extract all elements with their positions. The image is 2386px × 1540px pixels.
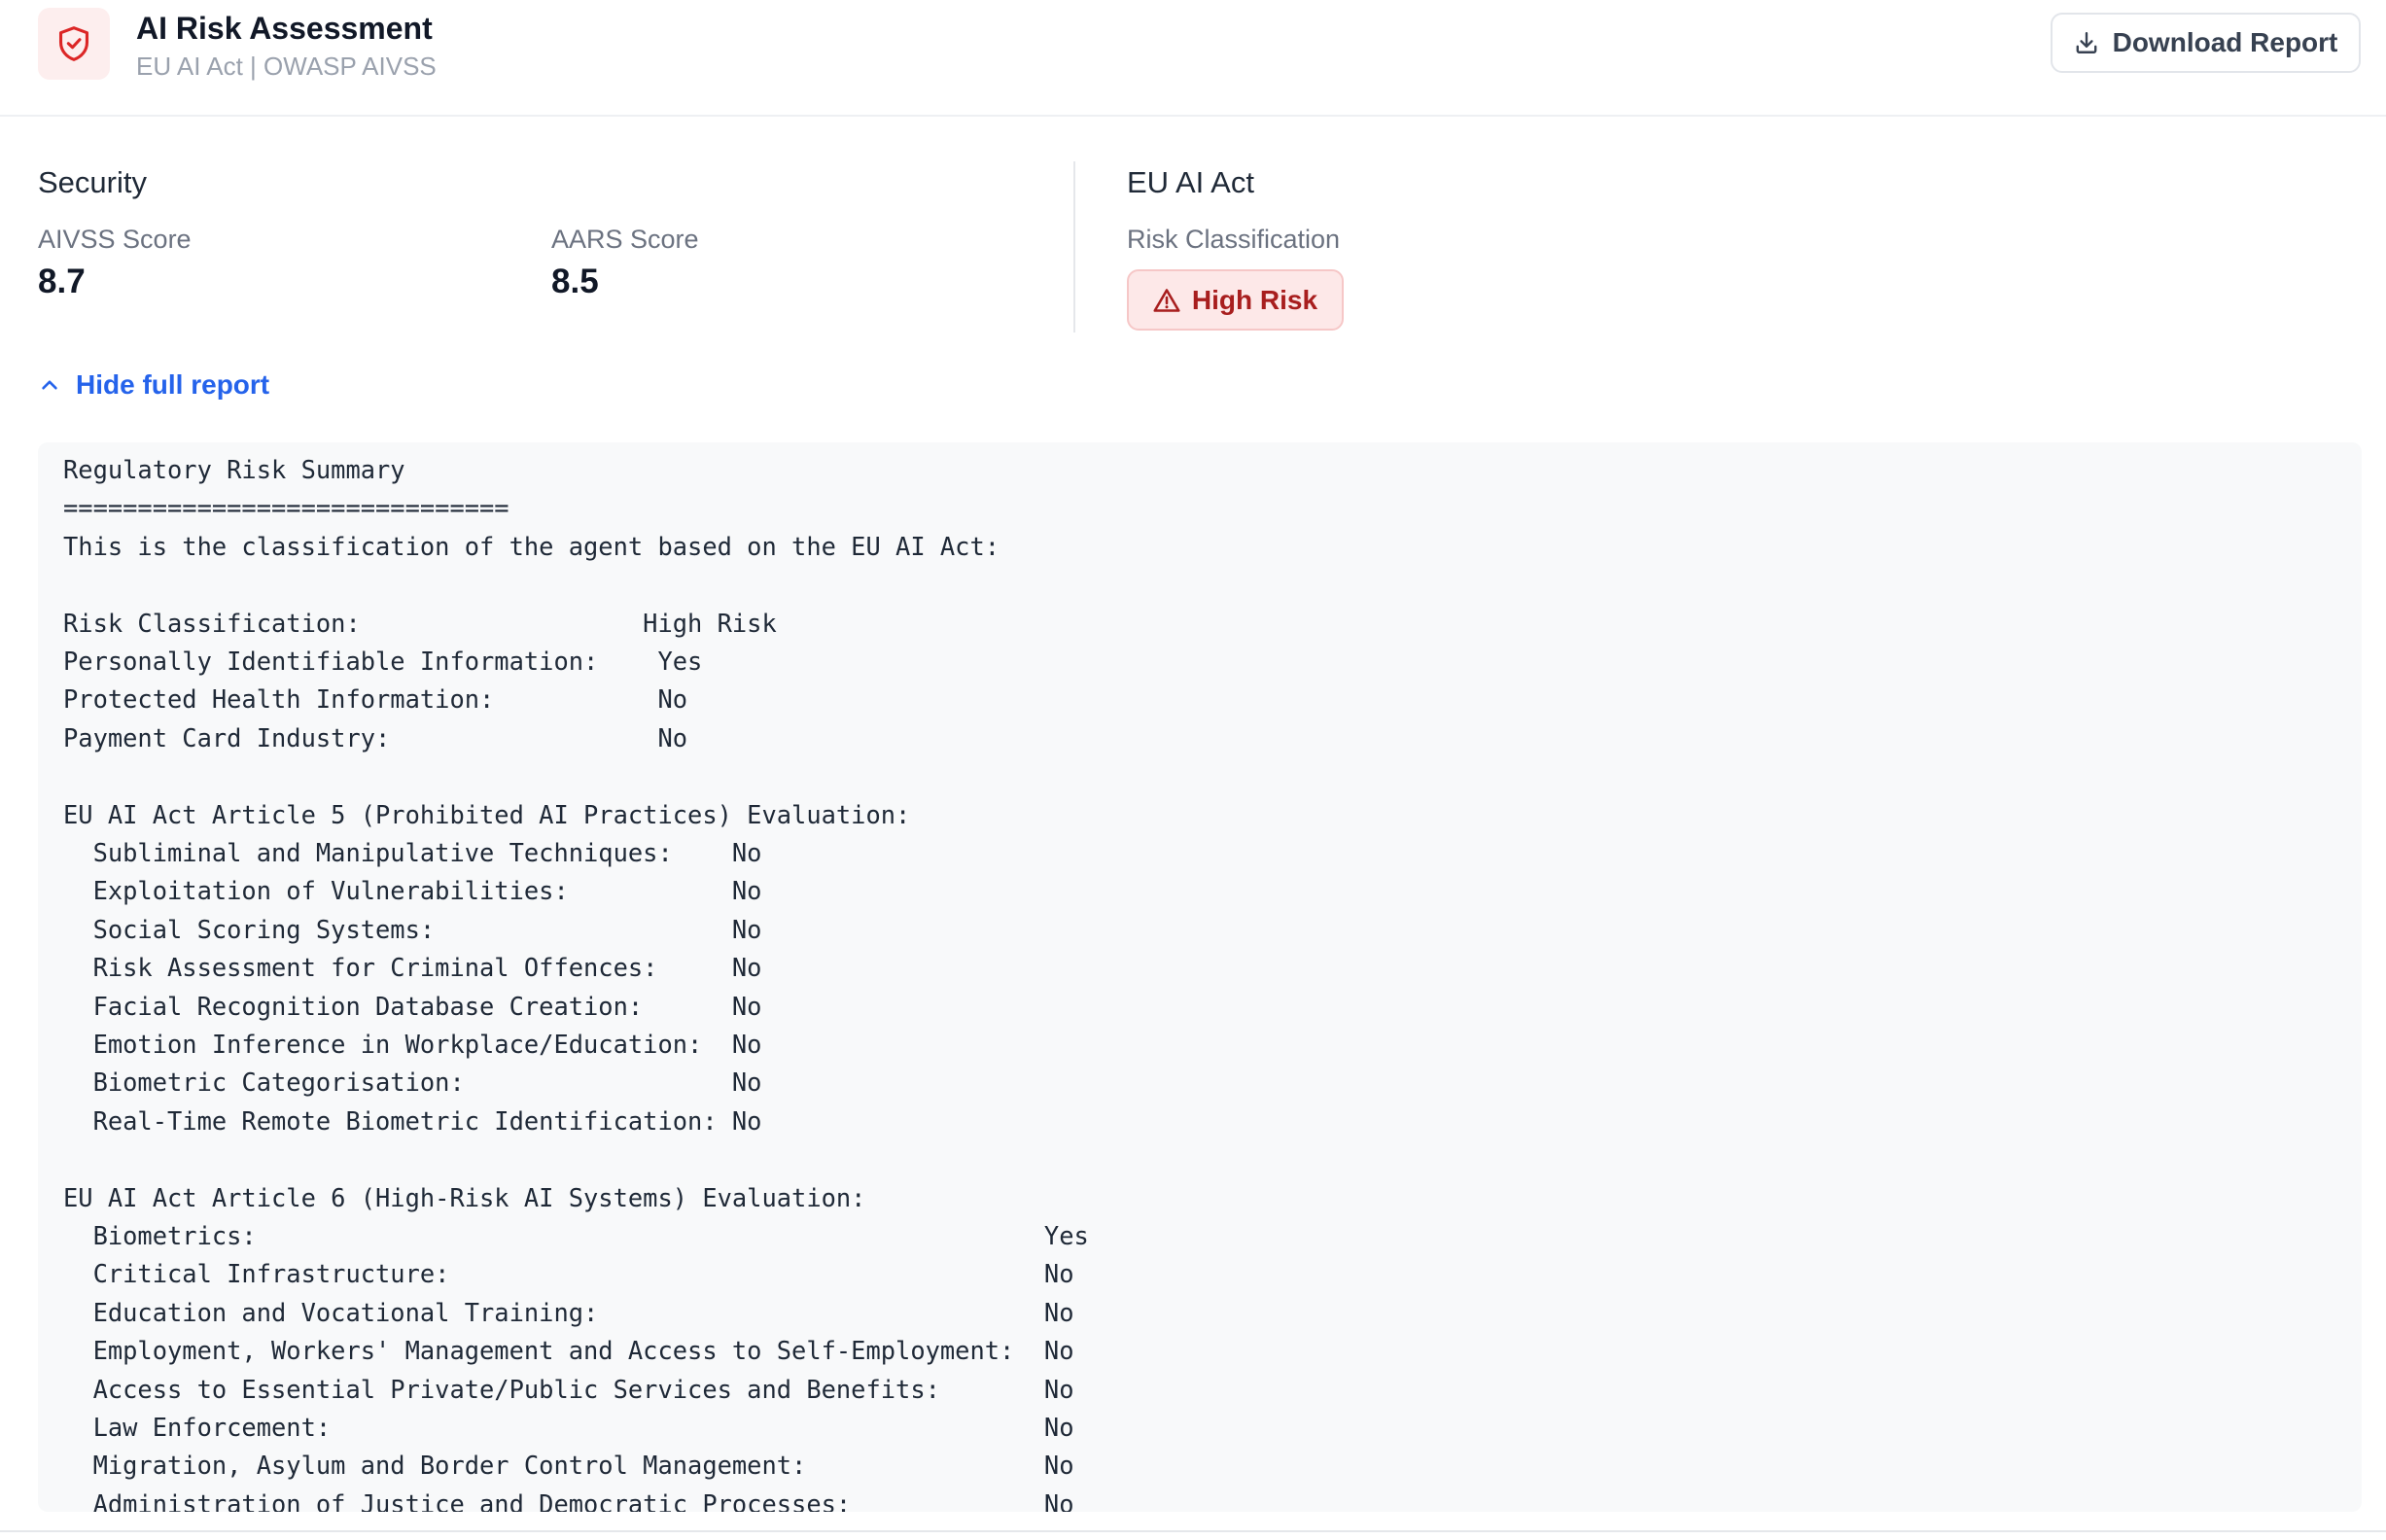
report-line: Risk Classification: High Risk [63, 609, 777, 638]
report-line: Migration, Asylum and Border Control Man… [63, 1451, 1074, 1480]
report-line: EU AI Act Article 6 (High-Risk AI System… [63, 1183, 866, 1212]
shield-check-icon [38, 8, 110, 80]
download-icon [2074, 30, 2099, 55]
download-report-button[interactable]: Download Report [2051, 13, 2361, 73]
page-title: AI Risk Assessment [136, 11, 433, 46]
aars-score-value: 8.5 [551, 262, 599, 300]
report-line: Social Scoring Systems: No [63, 915, 762, 944]
report-line: Facial Recognition Database Creation: No [63, 992, 762, 1021]
report-line: EU AI Act Article 5 (Prohibited AI Pract… [63, 800, 911, 829]
report-line: Payment Card Industry: No [63, 723, 688, 752]
report-line: Employment, Workers' Management and Acce… [63, 1336, 1074, 1365]
report-line: This is the classification of the agent … [63, 532, 1000, 561]
ai-risk-assessment-page: AI Risk Assessment EU AI Act | OWASP AIV… [0, 0, 2386, 1540]
report-line: Critical Infrastructure: No [63, 1259, 1074, 1288]
page-subtitle: EU AI Act | OWASP AIVSS [136, 52, 437, 81]
report-line: Law Enforcement: No [63, 1413, 1074, 1442]
report-line: Biometrics: Yes [63, 1221, 1089, 1250]
warning-triangle-icon [1153, 288, 1180, 313]
risk-classification-value: High Risk [1191, 284, 1318, 315]
report-line: Regulatory Risk Summary [63, 455, 405, 484]
risk-classification-badge: High Risk [1127, 269, 1344, 331]
risk-classification-label: Risk Classification [1127, 225, 1341, 254]
report-line: Education and Vocational Training: No [63, 1298, 1074, 1327]
report-line: ============================== [63, 493, 509, 522]
report-line: Exploitation of Vulnerabilities: No [63, 876, 762, 905]
aivss-score-label: AIVSS Score [38, 225, 192, 254]
report-line: Subliminal and Manipulative Techniques: … [63, 838, 762, 867]
hide-full-report-label: Hide full report [76, 369, 270, 400]
chevron-up-icon [39, 374, 60, 396]
security-section-title: Security [38, 165, 147, 199]
report-line: Emotion Inference in Workplace/Education… [63, 1030, 762, 1059]
app-header: AI Risk Assessment EU AI Act | OWASP AIV… [0, 0, 2386, 117]
report-line: Personally Identifiable Information: Yes [63, 647, 703, 676]
report-line: Access to Essential Private/Public Servi… [63, 1375, 1074, 1404]
full-report-panel: Regulatory Risk Summary ================… [38, 442, 2362, 1512]
report-line: Administration of Justice and Democratic… [63, 1489, 1074, 1512]
aars-score-label: AARS Score [551, 225, 699, 254]
download-report-label: Download Report [2112, 27, 2338, 57]
report-line: Real-Time Remote Biometric Identificatio… [63, 1106, 762, 1136]
report-line: Biometric Categorisation: No [63, 1068, 762, 1097]
report-line: Protected Health Information: No [63, 684, 688, 714]
aivss-score-value: 8.7 [38, 262, 86, 300]
page-bottom-divider [0, 1530, 2386, 1532]
section-divider [1073, 161, 1075, 332]
report-line: Risk Assessment for Criminal Offences: N… [63, 953, 762, 982]
hide-full-report-toggle[interactable]: Hide full report [39, 366, 269, 404]
eu-ai-act-section-title: EU AI Act [1127, 165, 1254, 199]
